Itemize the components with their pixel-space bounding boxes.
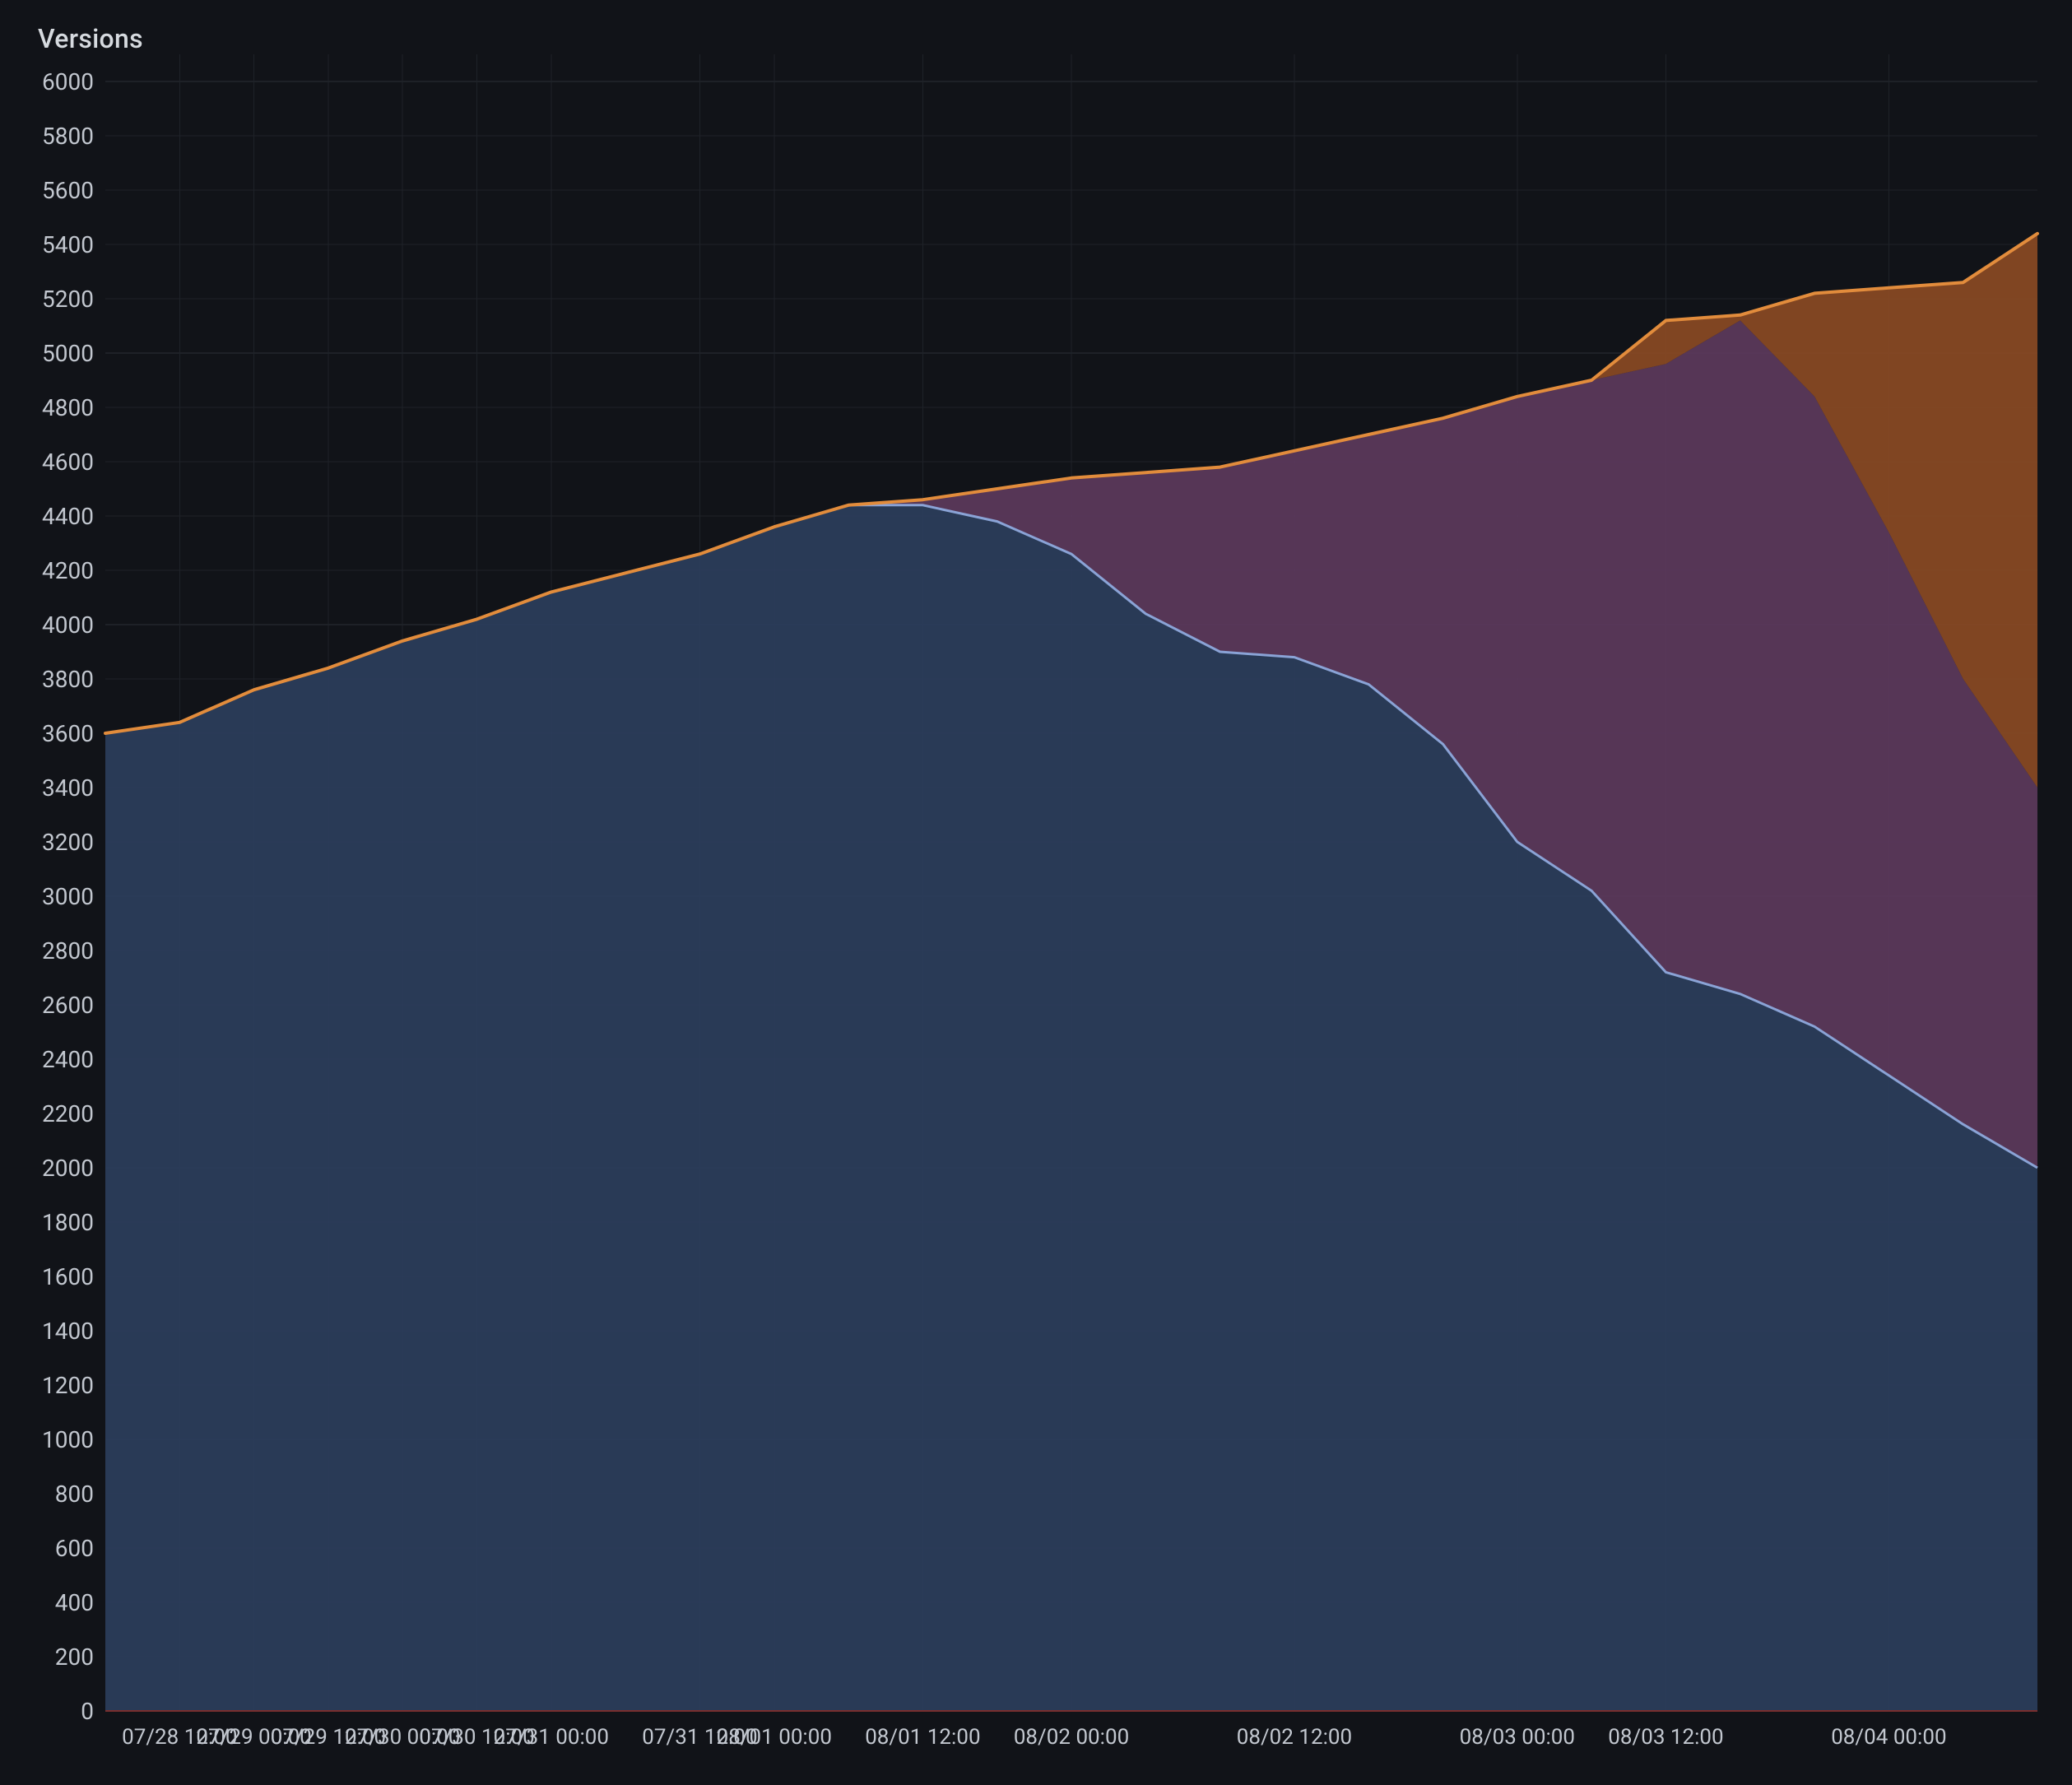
x-tick-label: 08/01 12:00 — [865, 1725, 980, 1750]
chart-area[interactable]: 0 200 400 600 800 1000 1200 1400 1600 1800 2000 220… — [23, 49, 2049, 1762]
x-axis: 07/28 12:0007/29 00:0007/29 12:0007/30 0… — [122, 1725, 1946, 1750]
y-tick-label: 3200 — [42, 829, 94, 856]
y-tick-label: 3600 — [42, 720, 94, 747]
y-tick-label: 3800 — [42, 666, 94, 693]
y-tick-label: 800 — [55, 1481, 94, 1508]
x-tick-label: 08/03 12:00 — [1608, 1725, 1723, 1750]
y-tick-label: 4400 — [42, 503, 94, 530]
y-tick-label: 600 — [55, 1535, 94, 1562]
x-tick-label: 08/02 00:00 — [1014, 1725, 1129, 1750]
x-tick-label: 08/01 00:00 — [717, 1725, 832, 1750]
y-tick-label: 0 — [81, 1698, 94, 1725]
y-tick-label: 200 — [55, 1643, 94, 1671]
y-tick-label: 4200 — [42, 557, 94, 584]
y-tick-label: 2000 — [42, 1155, 94, 1182]
y-tick-label: 2200 — [42, 1100, 94, 1127]
y-tick-label: 400 — [55, 1589, 94, 1616]
y-tick-label: 1400 — [42, 1318, 94, 1345]
stacked-area-chart[interactable]: 0 200 400 600 800 1000 1200 1400 1600 1800 2000 220… — [23, 49, 2049, 1762]
y-tick-label: 4000 — [42, 611, 94, 639]
y-tick-label: 5800 — [42, 123, 94, 150]
y-tick-label: 1800 — [42, 1209, 94, 1236]
y-tick-label: 4800 — [42, 394, 94, 421]
y-tick-label: 3000 — [42, 883, 94, 910]
y-tick-label: 5000 — [42, 340, 94, 367]
y-tick-label: 4600 — [42, 449, 94, 476]
chart-panel: Versions 0200400600800100012001400160018… — [0, 0, 2072, 1785]
y-tick-label: 2800 — [42, 937, 94, 965]
y-tick-label: 5600 — [42, 177, 94, 204]
y-tick-label: 1200 — [42, 1372, 94, 1399]
y-tick-label: 5400 — [42, 231, 94, 258]
y-tick-label: 6000 — [42, 68, 94, 95]
y-tick-label: 1000 — [42, 1426, 94, 1453]
y-tick-label: 1600 — [42, 1263, 94, 1290]
x-tick-label: 07/31 00:00 — [494, 1725, 609, 1750]
x-tick-label: 08/03 00:00 — [1460, 1725, 1575, 1750]
x-tick-label: 08/02 12:00 — [1237, 1725, 1352, 1750]
x-tick-label: 08/04 00:00 — [1831, 1725, 1946, 1750]
y-axis: 0 200 400 600 800 1000 1200 1400 1600 1800 2000 220… — [42, 68, 94, 1725]
y-tick-label: 2600 — [42, 992, 94, 1019]
y-tick-label: 2400 — [42, 1046, 94, 1073]
y-tick-label: 3400 — [42, 774, 94, 802]
y-tick-label: 5200 — [42, 286, 94, 313]
